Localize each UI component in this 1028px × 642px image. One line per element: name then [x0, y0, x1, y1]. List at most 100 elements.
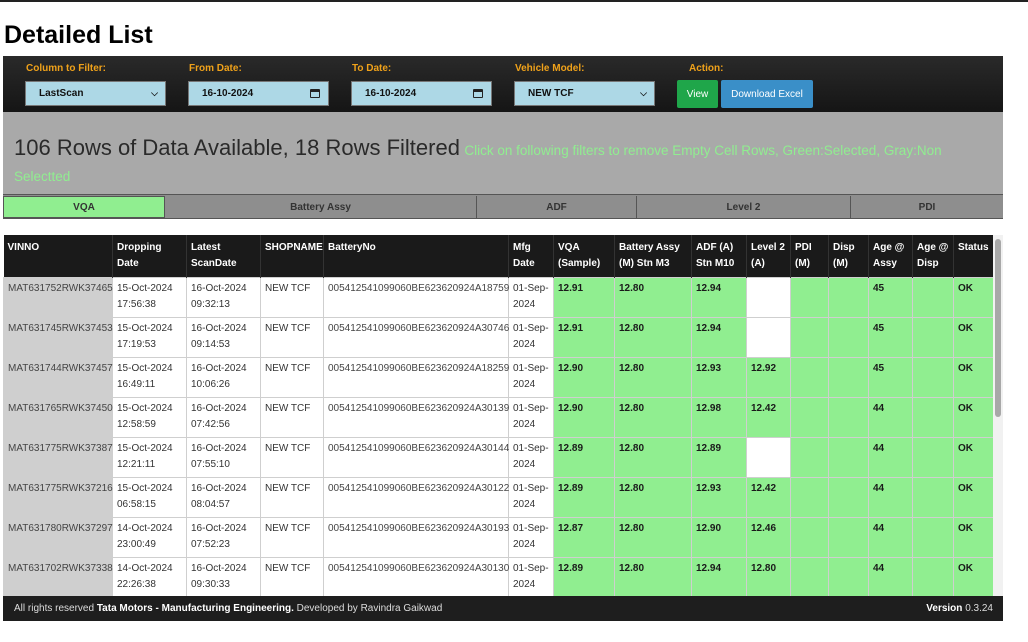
cell-adf: 12.94: [691, 317, 747, 358]
cell-vinno: MAT631745RWK37453: [3, 317, 113, 358]
cell-vqa: 12.90: [553, 397, 615, 438]
column-filter-select[interactable]: LastScan ⌵: [25, 81, 166, 106]
cell-battery-assy: 12.80: [614, 357, 692, 398]
tab-vqa[interactable]: VQA: [3, 196, 165, 218]
col-disp[interactable]: Disp (M): [828, 235, 869, 278]
cell-mfg-date: 01-Sep- 2024: [508, 317, 554, 358]
col-batteryno[interactable]: BatteryNo: [323, 235, 509, 278]
tab-adf[interactable]: ADF: [477, 196, 637, 218]
cell-vqa: 12.89: [553, 557, 615, 596]
cell-battery-assy: 12.80: [614, 397, 692, 438]
table-row[interactable]: MAT631765RWK37450 15-Oct-2024 12:58:59 16-O…: [3, 397, 994, 438]
cell-disp: [828, 437, 869, 478]
cell-age-assy: 45: [868, 317, 913, 358]
cell-batteryno: 005412541099060BE623620924A30193: [323, 517, 509, 558]
cell-disp: [828, 277, 869, 318]
table-row[interactable]: MAT631780RWK37297 14-Oct-2024 23:00:49 16-O…: [3, 517, 994, 558]
cell-battery-assy: 12.80: [614, 437, 692, 478]
to-date-label: To Date:: [352, 63, 392, 74]
cell-vinno: MAT631765RWK37450: [3, 397, 113, 438]
cell-status: OK: [953, 317, 994, 358]
cell-dropping-date: 15-Oct-2024 06:58:15: [112, 477, 187, 518]
table-row[interactable]: MAT631702RWK37338 14-Oct-2024 22:26:38 16-O…: [3, 557, 994, 596]
column-filter-value: LastScan: [39, 88, 84, 99]
cell-disp: [828, 357, 869, 398]
col-age-assy[interactable]: Age @ Assy: [868, 235, 913, 278]
cell-pdi: [790, 357, 829, 398]
from-date-input[interactable]: 16-10-2024: [188, 81, 329, 106]
cell-age-disp: [912, 397, 954, 438]
cell-age-disp: [912, 477, 954, 518]
calendar-icon[interactable]: [473, 89, 483, 98]
cell-battery-assy: 12.80: [614, 557, 692, 596]
table-row[interactable]: MAT631775RWK37387 15-Oct-2024 12:21:11 16-O…: [3, 437, 994, 478]
col-latest-scandate[interactable]: Latest ScanDate: [186, 235, 261, 278]
cell-batteryno: 005412541099060BE623620924A30139: [323, 397, 509, 438]
cell-batteryno: 005412541099060BE623620924A30130: [323, 557, 509, 596]
col-dropping-date[interactable]: Dropping Date: [112, 235, 187, 278]
cell-mfg-date: 01-Sep- 2024: [508, 437, 554, 478]
col-status[interactable]: Status: [953, 235, 994, 278]
cell-battery-assy: 12.80: [614, 277, 692, 318]
cell-batteryno: 005412541099060BE623620924A30122: [323, 477, 509, 518]
cell-latest-scandate: 16-Oct-2024 09:14:53: [186, 317, 261, 358]
cell-vinno: MAT631702RWK37338: [3, 557, 113, 596]
view-button[interactable]: View: [677, 80, 718, 108]
from-date-label: From Date:: [189, 63, 242, 74]
vehicle-model-select[interactable]: NEW TCF ⌵: [514, 81, 655, 106]
cell-vqa: 12.91: [553, 277, 615, 318]
cell-mfg-date: 01-Sep- 2024: [508, 397, 554, 438]
cell-level-2: [746, 277, 791, 318]
cell-mfg-date: 01-Sep- 2024: [508, 517, 554, 558]
to-date-input[interactable]: 16-10-2024: [351, 81, 492, 106]
col-battery-assy[interactable]: Battery Assy (M) Stn M3: [614, 235, 692, 278]
tab-battery-assy[interactable]: Battery Assy: [165, 196, 477, 218]
table-row[interactable]: MAT631745RWK37453 15-Oct-2024 17:19:53 16-O…: [3, 317, 994, 358]
col-pdi[interactable]: PDI (M): [790, 235, 829, 278]
col-age-disp[interactable]: Age @ Disp: [912, 235, 954, 278]
scrollbar-thumb[interactable]: [995, 239, 1001, 417]
cell-vqa: 12.91: [553, 317, 615, 358]
action-label: Action:: [689, 63, 724, 74]
col-adf[interactable]: ADF (A) Stn M10: [691, 235, 747, 278]
col-level-2[interactable]: Level 2 (A): [746, 235, 791, 278]
cell-status: OK: [953, 517, 994, 558]
calendar-icon[interactable]: [310, 89, 320, 98]
cell-shopname: NEW TCF: [260, 277, 324, 318]
cell-adf: 12.93: [691, 477, 747, 518]
top-border: [0, 0, 1028, 2]
cell-dropping-date: 15-Oct-2024 12:21:11: [112, 437, 187, 478]
cell-age-disp: [912, 277, 954, 318]
download-excel-button[interactable]: Download Excel: [721, 80, 813, 108]
table-row[interactable]: MAT631752RWK37465 15-Oct-2024 17:56:38 16-O…: [3, 277, 994, 318]
cell-level-2: 12.42: [746, 477, 791, 518]
footer-org: Tata Motors - Manufacturing Engineering.: [96, 603, 294, 614]
table-body: MAT631752RWK37465 15-Oct-2024 17:56:38 16-O…: [3, 277, 994, 596]
table-scrollbar[interactable]: [993, 235, 1003, 596]
table-row[interactable]: MAT631775RWK37216 15-Oct-2024 06:58:15 16-O…: [3, 477, 994, 518]
col-vinno[interactable]: VINNO: [3, 235, 113, 278]
cell-pdi: [790, 277, 829, 318]
rows-summary: 106 Rows of Data Available, 18 Rows Filt…: [14, 135, 460, 160]
cell-pdi: [790, 477, 829, 518]
cell-mfg-date: 01-Sep- 2024: [508, 557, 554, 596]
from-date-value: 16-10-2024: [202, 88, 254, 99]
cell-status: OK: [953, 397, 994, 438]
cell-shopname: NEW TCF: [260, 557, 324, 596]
cell-disp: [828, 317, 869, 358]
cell-vqa: 12.89: [553, 477, 615, 518]
page-title: Detailed List: [4, 21, 153, 49]
cell-dropping-date: 14-Oct-2024 23:00:49: [112, 517, 187, 558]
col-vqa-sample[interactable]: VQA (Sample): [553, 235, 615, 278]
cell-dropping-date: 15-Oct-2024 16:49:11: [112, 357, 187, 398]
cell-level-2: [746, 437, 791, 478]
tab-level-2[interactable]: Level 2: [637, 196, 851, 218]
col-mfg-date[interactable]: Mfg Date: [508, 235, 554, 278]
tab-pdi[interactable]: PDI: [851, 196, 1003, 218]
table-row[interactable]: MAT631744RWK37457 15-Oct-2024 16:49:11 16-O…: [3, 357, 994, 398]
cell-disp: [828, 477, 869, 518]
col-shopname[interactable]: SHOPNAME: [260, 235, 324, 278]
cell-latest-scandate: 16-Oct-2024 10:06:26: [186, 357, 261, 398]
cell-status: OK: [953, 477, 994, 518]
cell-batteryno: 005412541099060BE623620924A18259: [323, 357, 509, 398]
